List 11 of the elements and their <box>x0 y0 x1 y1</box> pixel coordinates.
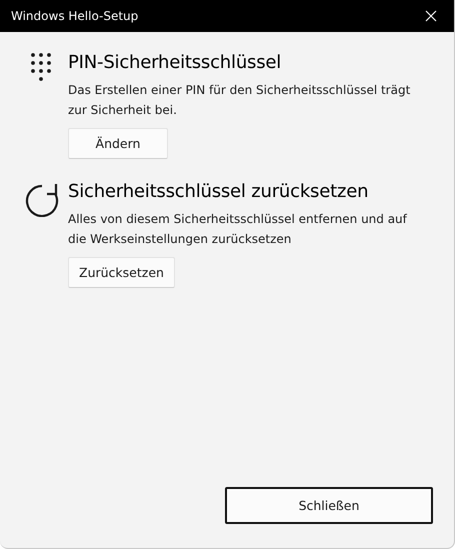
refresh-icon <box>24 181 60 217</box>
section-heading: Sicherheitsschlüssel zurücksetzen <box>68 180 370 204</box>
close-dialog-button[interactable]: Schließen <box>225 487 433 524</box>
action-button[interactable]: Ändern <box>68 128 168 159</box>
close-icon <box>425 10 437 22</box>
window-title: Windows Hello-Setup <box>11 9 138 23</box>
section-description: Alles von diesem Sicherheitsschlüssel entfernen und auf die Werkseinstellungen zurücksetzen <box>68 211 408 248</box>
section-description: Das Erstellen einer PIN für den Sicherheitsschlüssel trägt zur Sicherheit bei. <box>68 82 412 119</box>
action-button[interactable]: Zurücksetzen <box>68 257 175 288</box>
section-heading: PIN-Sicherheitsschlüssel <box>68 51 282 75</box>
keypad-icon <box>30 52 52 82</box>
